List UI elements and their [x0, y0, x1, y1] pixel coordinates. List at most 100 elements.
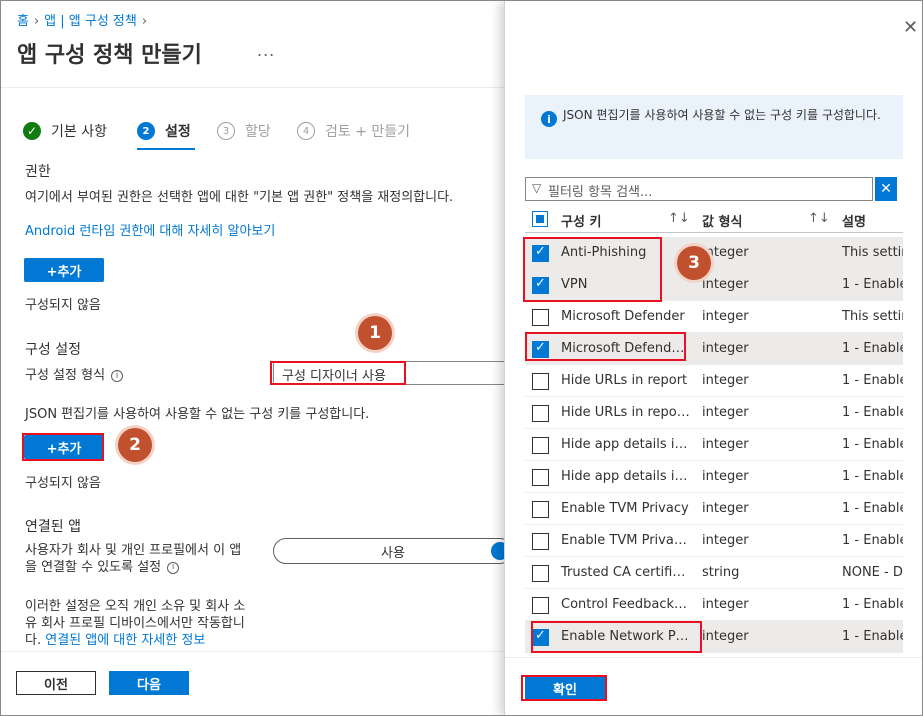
info-icon[interactable]: i: [111, 369, 124, 382]
filter-placeholder: 필터링 항목 검색...: [548, 185, 653, 200]
row-checkbox[interactable]: [532, 309, 549, 326]
row-checkbox[interactable]: [532, 501, 549, 518]
config-format-dropdown[interactable]: 구성 디자이너 사용: [273, 361, 513, 385]
wizard-steps: ✓ 기본 사항 2 설정 3 할당 4 검토 + 만들기: [23, 121, 503, 143]
step-label: 할당: [245, 124, 271, 140]
table-row[interactable]: Enable TVM Privacy integer 1 - Enable: [525, 493, 903, 525]
config-key-cell: Hide URLs in report: [561, 373, 688, 388]
json-editor-description: JSON 편집기를 사용하여 사용할 수 없는 구성 키를 구성합니다.: [25, 407, 370, 422]
table-row[interactable]: Hide URLs in report... integer 1 - Enable: [525, 397, 903, 429]
table-row[interactable]: Microsoft Defender integer This settin: [525, 301, 903, 333]
connected-apps-note: 이러한 설정은 오직 개인 소유 및 회사 소 유 회사 프로필 디바이스에서만…: [25, 598, 275, 649]
sort-icon[interactable]: ↑↓: [668, 211, 690, 226]
table-row[interactable]: Trusted CA certificat... string NONE - D: [525, 557, 903, 589]
next-button[interactable]: 다음: [109, 671, 189, 695]
chevron-right-icon: ›: [33, 14, 40, 29]
ok-button[interactable]: 확인: [525, 676, 605, 700]
filter-icon: ▽: [532, 181, 542, 195]
step-review-create[interactable]: 4 검토 + 만들기: [297, 121, 410, 141]
table-row[interactable]: Anti-PhishingintegerThis settin: [525, 237, 903, 269]
select-all-checkbox[interactable]: [532, 211, 548, 227]
description-cell: 1 - Enable: [842, 405, 903, 420]
step-basics[interactable]: ✓ 기본 사항: [23, 121, 107, 141]
step-number: 3: [217, 122, 235, 140]
info-icon: i: [541, 111, 557, 127]
table-row[interactable]: Hide URLs in report integer 1 - Enable: [525, 365, 903, 397]
row-checkbox[interactable]: [532, 340, 549, 358]
connected-apps-link[interactable]: 연결된 앱에 대한 자세한 정보: [45, 633, 205, 648]
row-checkbox[interactable]: [532, 276, 549, 294]
description-cell: NONE - D: [842, 565, 903, 580]
description-cell: 1 - Enable: [842, 437, 903, 452]
config-key-cell: Enable TVM Privacy ...: [561, 533, 691, 548]
row-checkbox[interactable]: [532, 565, 549, 582]
clear-filter-button[interactable]: ✕: [875, 177, 897, 201]
description-cell: 1 - Enable: [842, 629, 903, 644]
connected-apps-toggle[interactable]: 사용: [273, 538, 513, 564]
step-label: 설정: [165, 124, 191, 140]
config-key-cell: Enable Network Pro...: [561, 629, 691, 644]
step-number: 2: [137, 122, 155, 140]
connected-apps-description: 사용자가 회사 및 개인 프로필에서 이 앱 을 연결할 수 있도록 설정 i: [25, 542, 270, 576]
table-row[interactable]: Control Feedback S... integer 1 - Enable: [525, 589, 903, 621]
close-icon[interactable]: ✕: [903, 17, 918, 38]
config-format-label-text: 구성 설정 형식: [25, 368, 106, 383]
table-row[interactable]: Enable Network Pro... integer 1 - Enable: [525, 621, 903, 653]
breadcrumb-parent[interactable]: 앱 | 앱 구성 정책: [44, 14, 137, 29]
page-title: 앱 구성 정책 만들기: [17, 43, 202, 68]
column-header-key[interactable]: 구성 키: [561, 211, 601, 230]
value-type-cell: integer: [702, 629, 749, 644]
value-type-cell: integer: [702, 533, 749, 548]
step-settings[interactable]: 2 설정: [137, 121, 191, 141]
config-key-cell: VPN: [561, 277, 588, 292]
table-row[interactable]: Hide app details in r... integer 1 - Enabl…: [525, 429, 903, 461]
table-row[interactable]: Microsoft Defender ... integer 1 - Enable: [525, 333, 903, 365]
step-number: 4: [297, 122, 315, 140]
row-checkbox[interactable]: [532, 533, 549, 550]
connected-desc-line1: 사용자가 회사 및 개인 프로필에서 이 앱: [25, 543, 242, 558]
filter-input[interactable]: ▽ 필터링 항목 검색...: [525, 177, 873, 201]
breadcrumb-home[interactable]: 홈: [17, 14, 29, 29]
permissions-status: 구성되지 않음: [25, 298, 101, 313]
row-checkbox[interactable]: [532, 437, 549, 454]
description-cell: 1 - Enable: [842, 469, 903, 484]
description-cell: 1 - Enable: [842, 373, 903, 388]
config-key-cell: Microsoft Defender ...: [561, 341, 691, 356]
row-checkbox[interactable]: [532, 597, 549, 614]
value-type-cell: integer: [702, 373, 749, 388]
table-row[interactable]: Enable TVM Privacy ... integer 1 - Enable: [525, 525, 903, 557]
connected-desc-line2-wrap: 을 연결할 수 있도록 설정 i: [25, 559, 270, 576]
info-icon[interactable]: i: [167, 561, 180, 574]
description-cell: 1 - Enable: [842, 501, 903, 516]
config-key-cell: Enable TVM Privacy: [561, 501, 689, 516]
add-config-button[interactable]: +추가: [24, 435, 104, 459]
permissions-description: 여기에서 부여된 권한은 선택한 앱에 대한 "기본 앱 권한" 정책을 재정의…: [25, 190, 454, 205]
description-cell: 1 - Enable: [842, 277, 903, 292]
config-key-cell: Hide app details in r...: [561, 469, 691, 484]
column-header-type[interactable]: 값 형식: [702, 211, 742, 230]
row-checkbox[interactable]: [532, 373, 549, 390]
config-format-label: 구성 설정 형식 i: [25, 364, 124, 383]
previous-button[interactable]: 이전: [16, 671, 96, 695]
config-key-cell: Hide URLs in report...: [561, 405, 691, 420]
value-type-cell: integer: [702, 437, 749, 452]
connected-apps-heading: 연결된 앱: [25, 519, 81, 535]
more-icon[interactable]: ...: [257, 41, 275, 60]
divider: [505, 657, 922, 658]
step-assignments[interactable]: 3 할당: [217, 121, 271, 141]
row-checkbox[interactable]: [532, 405, 549, 422]
row-checkbox[interactable]: [532, 628, 549, 646]
chevron-right-icon: ›: [141, 14, 148, 29]
sort-icon[interactable]: ↑↓: [808, 211, 830, 226]
value-type-cell: integer: [702, 405, 749, 420]
add-permission-button[interactable]: +추가: [24, 258, 104, 282]
description-cell: 1 - Enable: [842, 597, 903, 612]
android-permissions-link[interactable]: Android 런타임 권한에 대해 자세히 알아보기: [25, 220, 275, 239]
note-prefix: 다.: [25, 633, 46, 648]
row-checkbox[interactable]: [532, 244, 549, 262]
config-key-cell: Control Feedback S...: [561, 597, 691, 612]
table-row[interactable]: VPN integer 1 - Enable: [525, 269, 903, 301]
row-checkbox[interactable]: [532, 469, 549, 486]
column-header-desc[interactable]: 설명: [842, 211, 866, 230]
table-row[interactable]: Hide app details in r... integer 1 - Enabl…: [525, 461, 903, 493]
